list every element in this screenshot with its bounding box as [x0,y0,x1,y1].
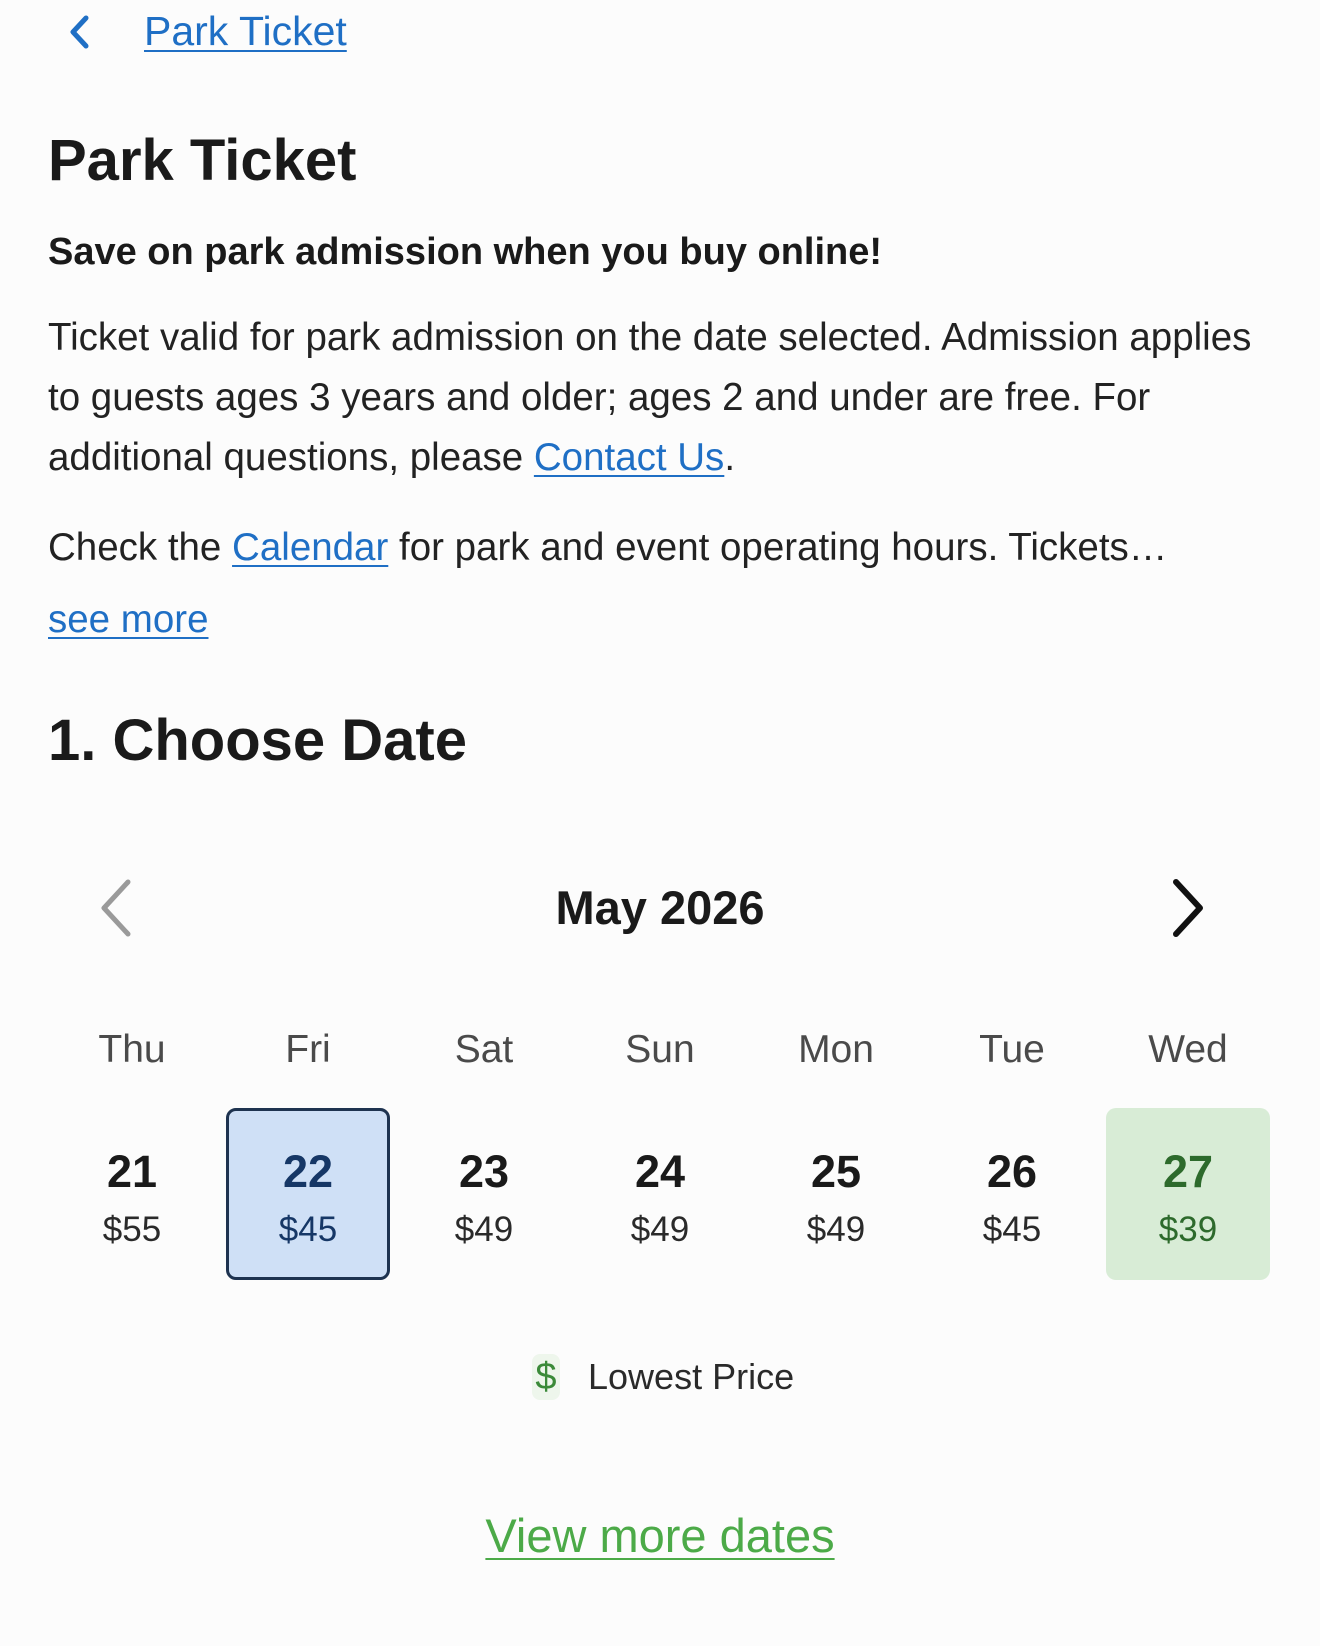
view-more-dates-container: View more dates [0,1506,1320,1566]
weekday-label: Fri [285,1028,331,1071]
date-price: $49 [454,1210,514,1249]
weekday-label: Thu [98,1028,166,1071]
chevron-left-icon [70,15,89,49]
view-more-dates-link[interactable]: View more dates [485,1509,834,1562]
calendar-month-label: May 2026 [555,881,765,934]
day-cell: 21 $55 [44,1108,220,1280]
legend-label: Lowest Price [588,1356,795,1397]
date-price: $39 [1158,1210,1218,1249]
date-number: 26 [986,1146,1038,1197]
weekday-label: Sat [454,1028,514,1071]
ticket-description: Ticket valid for park admission on the d… [48,308,1288,488]
date-option-26[interactable]: 26 $45 [930,1108,1094,1280]
day-cell: 27 $39 [1100,1108,1276,1280]
date-price: $49 [630,1210,690,1249]
weekday-label: Wed [1148,1028,1228,1071]
previous-month-button[interactable] [92,876,140,940]
next-month-button[interactable] [1164,876,1212,940]
date-number: 27 [1162,1146,1214,1197]
choose-date-heading: 1. Choose Date [48,708,467,773]
weekday-label: Mon [798,1028,874,1071]
calendar-days-row: 21 $55 22 $45 23 $49 24 $49 25 $49 26 $4… [44,1108,1276,1280]
date-price: $55 [102,1210,162,1249]
dollar-icon: $ [532,1354,560,1400]
promo-subtitle: Save on park admission when you buy onli… [48,231,883,273]
date-number: 25 [810,1146,862,1197]
see-more-link[interactable]: see more [48,592,209,648]
day-cell: 22 $45 [220,1108,396,1280]
date-option-24[interactable]: 24 $49 [578,1108,742,1280]
date-option-27-lowest-price[interactable]: 27 $39 [1106,1108,1270,1280]
weekday-label: Sun [625,1028,695,1071]
date-option-21[interactable]: 21 $55 [50,1108,214,1280]
day-cell: 25 $49 [748,1108,924,1280]
contact-us-link[interactable]: Contact Us [534,436,724,479]
price-legend: $ Lowest Price [532,1354,794,1400]
back-button[interactable] [62,12,98,52]
date-option-22-selected[interactable]: 22 $45 [226,1108,390,1280]
calendar-note: Check the Calendar for park and event op… [48,518,1288,578]
date-price: $45 [278,1210,338,1249]
date-number: 21 [106,1146,158,1197]
date-number: 23 [458,1146,510,1197]
page-title: Park Ticket [48,128,357,193]
top-bar: Park Ticket [0,0,1320,70]
day-cell: 26 $45 [924,1108,1100,1280]
weekday-header-row: Thu Fri Sat Sun Mon Tue Wed [44,1024,1276,1076]
date-option-25[interactable]: 25 $49 [754,1108,918,1280]
calendar-note-before: Check the [48,526,233,569]
description-end: . [724,436,736,479]
calendar-note-after: for park and event operating hours. Tick… [388,526,1168,569]
chevron-left-icon [101,879,131,937]
day-cell: 23 $49 [396,1108,572,1280]
date-option-23[interactable]: 23 $49 [402,1108,566,1280]
day-cell: 24 $49 [572,1108,748,1280]
date-number: 24 [634,1146,686,1197]
date-number: 22 [282,1146,334,1197]
breadcrumb-park-ticket[interactable]: Park Ticket [144,6,347,56]
date-price: $49 [806,1210,866,1249]
date-price: $45 [982,1210,1042,1249]
calendar-link[interactable]: Calendar [232,526,388,569]
chevron-right-icon [1173,879,1203,937]
weekday-label: Tue [979,1028,1045,1071]
